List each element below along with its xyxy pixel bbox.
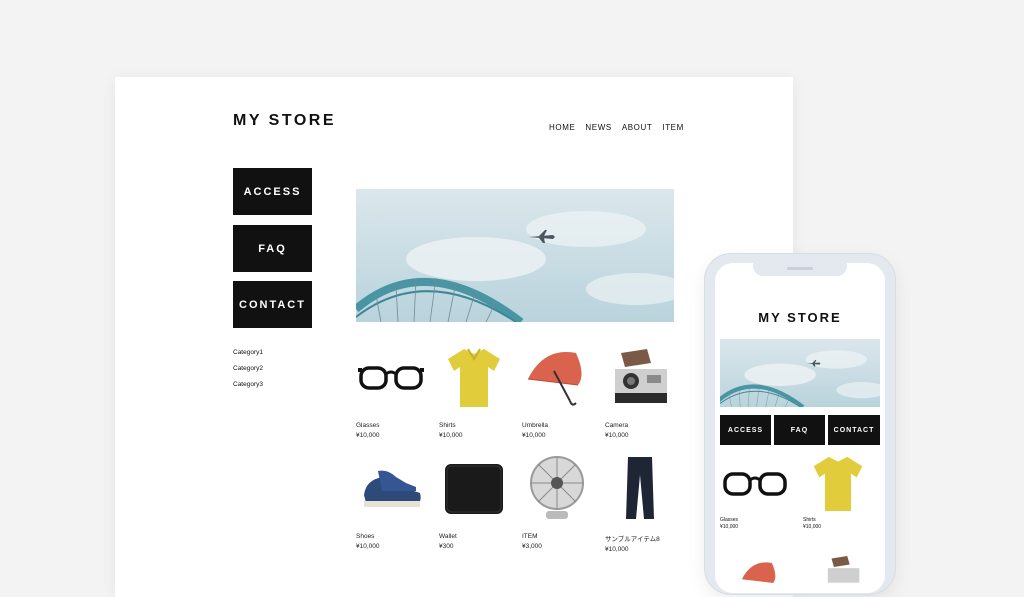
product-price: ¥300 <box>439 543 454 550</box>
product-price: ¥10,000 <box>803 524 822 530</box>
phone-notch <box>753 263 847 276</box>
product-card[interactable]: Wallet ¥300 <box>439 453 509 550</box>
access-button[interactable]: ACCESS <box>233 168 312 215</box>
product-name: Shoes <box>356 533 375 540</box>
product-card[interactable]: Glasses ¥10,000 <box>356 342 426 439</box>
glasses-icon <box>720 453 790 513</box>
product-name: Wallet <box>439 533 457 540</box>
product-name: サンプルアイテム8 <box>605 536 660 543</box>
product-price: ¥10,000 <box>720 524 739 530</box>
fan-icon <box>522 453 592 523</box>
phone-mockup: MY STORE ACCESS FAQ CONTACT Glasses ¥10,… <box>705 254 895 594</box>
category-link-2[interactable]: Category2 <box>233 361 263 377</box>
nav-home[interactable]: HOME <box>549 123 575 132</box>
product-card[interactable]: Umbrella ¥10,000 <box>522 342 592 439</box>
product-name: Camera <box>605 422 629 429</box>
glasses-icon <box>356 342 426 412</box>
product-card[interactable]: ITEM ¥3,000 <box>522 453 592 550</box>
product-name: Shirts <box>803 517 816 523</box>
product-card[interactable]: サンプルアイテム8 ¥10,000 <box>605 453 675 553</box>
top-nav: HOME NEWS ABOUT ITEM <box>549 123 684 132</box>
product-price: ¥10,000 <box>356 432 380 439</box>
shirt-icon <box>439 342 509 412</box>
product-price: ¥10,000 <box>356 543 380 550</box>
hero-image <box>356 189 674 322</box>
nav-about[interactable]: ABOUT <box>622 123 653 132</box>
camera-icon <box>823 553 863 593</box>
umbrella-icon <box>522 342 592 412</box>
phone-product-card[interactable]: Glasses ¥10,000 <box>720 453 790 530</box>
product-price: ¥10,000 <box>439 432 463 439</box>
product-price: ¥10,000 <box>522 432 546 439</box>
category-link-3[interactable]: Category3 <box>233 377 263 393</box>
category-list: Category1 Category2 Category3 <box>233 345 263 393</box>
product-name: Umbrella <box>522 422 549 429</box>
phone-store-logo[interactable]: MY STORE <box>715 310 885 325</box>
faq-button[interactable]: FAQ <box>233 225 312 272</box>
product-price: ¥3,000 <box>522 543 542 550</box>
product-name: Shirts <box>439 422 456 429</box>
desktop-mockup: MY STORE HOME NEWS ABOUT ITEM ACCESS FAQ… <box>115 77 793 597</box>
product-name: Glasses <box>720 517 739 523</box>
category-link-1[interactable]: Category1 <box>233 345 263 361</box>
camera-icon <box>605 342 675 412</box>
phone-access-button[interactable]: ACCESS <box>720 415 771 445</box>
contact-button[interactable]: CONTACT <box>233 281 312 328</box>
phone-contact-button[interactable]: CONTACT <box>828 415 880 445</box>
shoe-icon <box>356 453 426 523</box>
product-price: ¥10,000 <box>605 546 629 553</box>
nav-item[interactable]: ITEM <box>662 123 684 132</box>
product-name: Glasses <box>356 422 380 429</box>
phone-product-card[interactable]: Shirts ¥10,000 <box>803 453 873 530</box>
phone-hero-image <box>720 339 880 407</box>
wallet-icon <box>439 453 509 523</box>
product-card[interactable]: Shoes ¥10,000 <box>356 453 426 550</box>
store-logo[interactable]: MY STORE <box>233 112 336 130</box>
product-name: ITEM <box>522 533 538 540</box>
product-price: ¥10,000 <box>605 432 629 439</box>
phone-faq-button[interactable]: FAQ <box>774 415 825 445</box>
phone-screen: MY STORE ACCESS FAQ CONTACT Glasses ¥10,… <box>715 263 885 593</box>
pants-icon <box>605 453 675 523</box>
product-card[interactable]: Shirts ¥10,000 <box>439 342 509 439</box>
product-card[interactable]: Camera ¥10,000 <box>605 342 675 439</box>
shirt-icon <box>803 453 873 513</box>
nav-news[interactable]: NEWS <box>585 123 611 132</box>
